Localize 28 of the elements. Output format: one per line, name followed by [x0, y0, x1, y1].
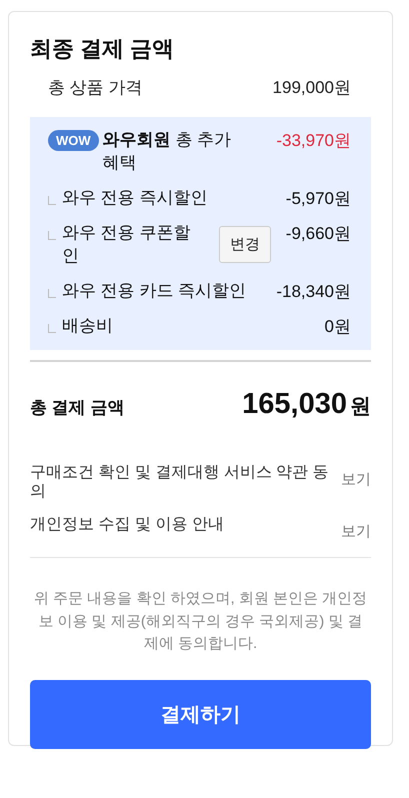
subtotal-label: 총 상품 가격 [48, 77, 142, 99]
indent-icon [48, 230, 56, 240]
consent-notice: 위 주문 내용을 확인 하였으며, 회원 본인은 개인정보 이용 및 제공(해외직구의 경우 국외제공) 및 결제에 동의합니다. [32, 589, 368, 654]
indent-icon [48, 288, 56, 298]
pay-button[interactable]: 결제하기 [30, 680, 371, 749]
discount-value: 0원 [324, 316, 351, 338]
indent-icon [48, 196, 56, 205]
discount-label: 배송비 [62, 314, 113, 337]
indent-icon [48, 324, 56, 333]
member-badge: WOW [48, 130, 99, 151]
total-label: 총 결제 금액 [30, 396, 124, 419]
total-amount: 165,030 [242, 388, 347, 420]
benefit-value: -33,970원 [276, 130, 351, 152]
terms-label: 구매조건 확인 및 결제대행 서비스 약관 동의 [30, 462, 330, 502]
section-title: 최종 결제 금액 [30, 35, 176, 63]
view-link[interactable]: 보기 [341, 522, 371, 542]
discount-value: -18,340원 [276, 280, 351, 303]
terms-label: 개인정보 수집 및 이용 안내 [30, 515, 225, 534]
discount-label: 와우 전용 카드 즉시할인 [62, 280, 246, 302]
benefit-label: 와우회원 총 추가 혜택 [102, 129, 232, 174]
view-link[interactable]: 보기 [341, 470, 371, 489]
discount-value: -5,970원 [286, 188, 351, 210]
change-button[interactable]: 변경 [219, 226, 271, 263]
subtotal-value: 199,000원 [272, 77, 351, 99]
discount-label: 와우 전용 즉시할인 [62, 186, 208, 209]
discount-value: -9,660원 [286, 222, 351, 245]
discount-label: 와우 전용 쿠폰할인 [62, 222, 192, 267]
currency-unit: 원 [350, 394, 371, 418]
